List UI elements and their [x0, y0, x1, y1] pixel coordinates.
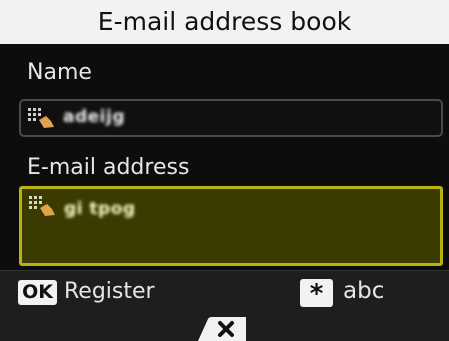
page-title: E-mail address book: [0, 0, 449, 44]
name-value: adeijg: [63, 107, 125, 127]
email-field[interactable]: gi tpog: [19, 186, 443, 266]
email-value: gi tpog: [64, 199, 136, 219]
input-mode-label: abc: [343, 278, 385, 304]
backspace-icon[interactable]: [196, 315, 248, 341]
name-label: Name: [27, 60, 92, 85]
divider: [0, 270, 449, 271]
printer-screen: E-mail address book Name adeijg E-mail a…: [0, 0, 449, 341]
email-label: E-mail address: [27, 155, 190, 180]
keypad-hand-icon: [28, 108, 54, 128]
star-button[interactable]: *: [300, 279, 333, 309]
name-field[interactable]: adeijg: [19, 99, 443, 137]
keypad-hand-icon: [29, 196, 55, 216]
register-label: Register: [64, 279, 155, 304]
ok-button[interactable]: OK: [18, 280, 57, 305]
